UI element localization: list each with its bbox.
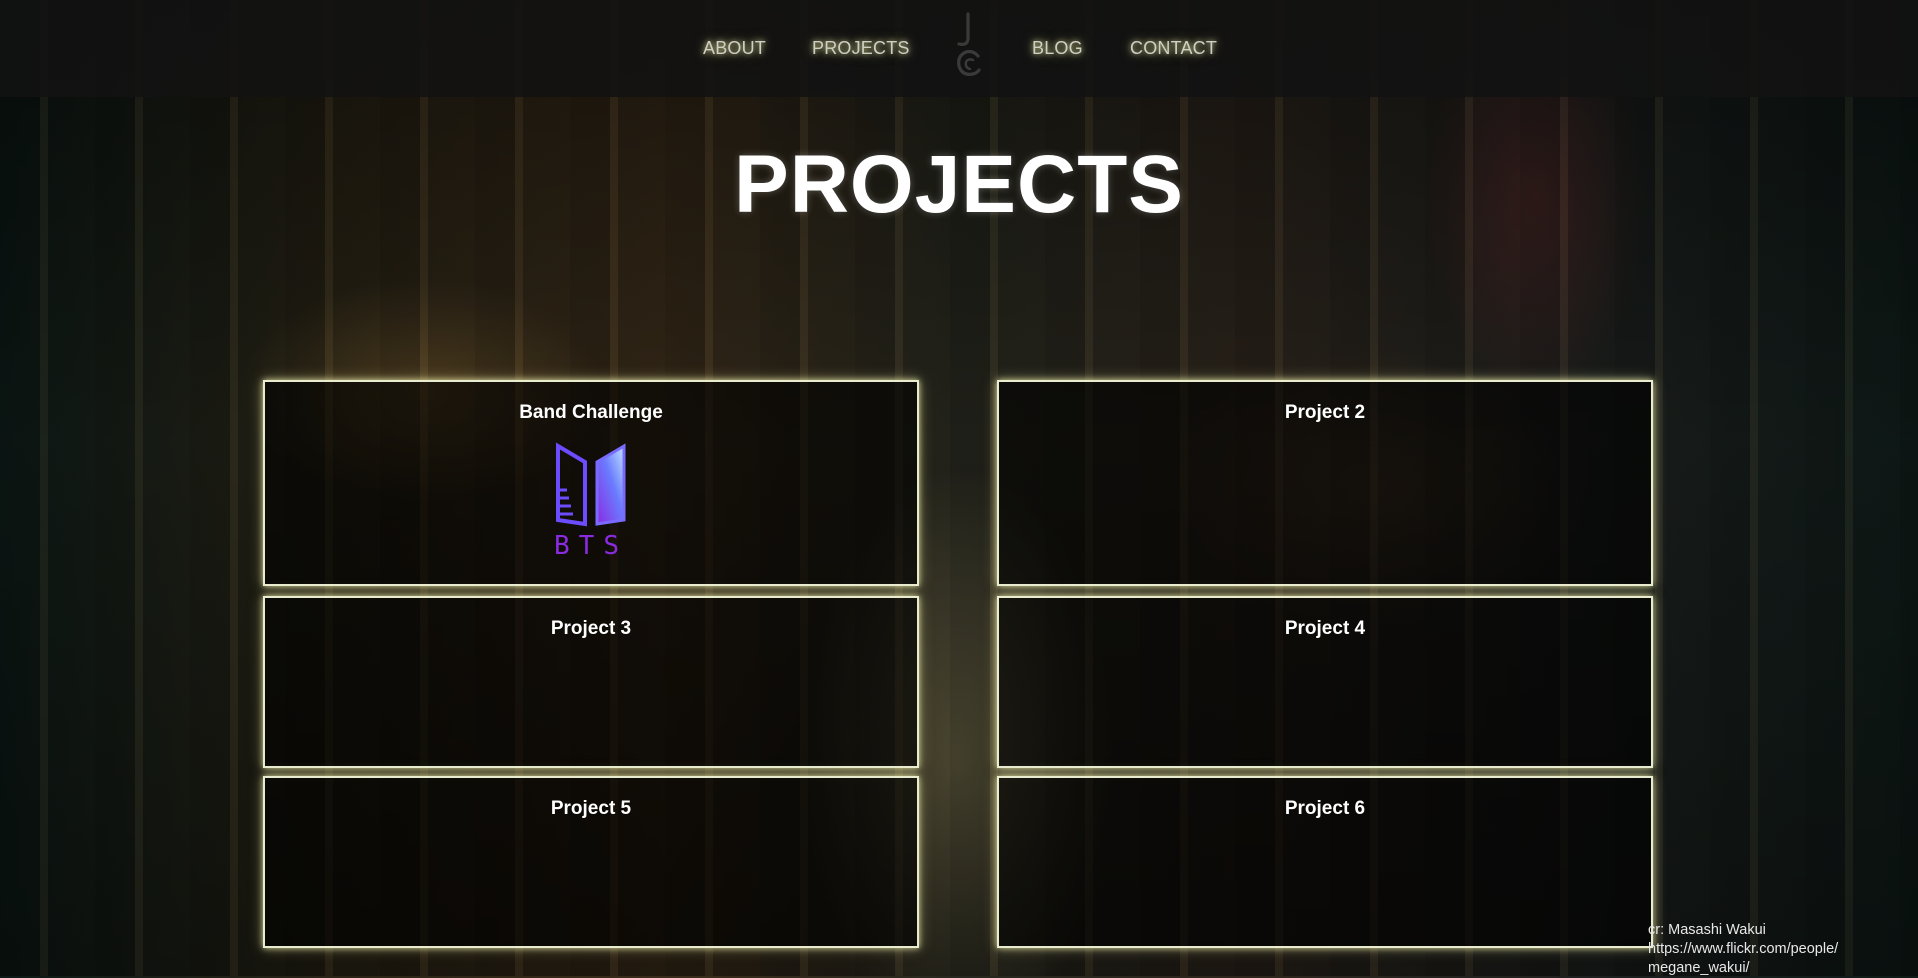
project-card-title: Project 6	[1284, 798, 1366, 819]
top-navbar: ABOUT PROJECTS BLOG CONTACT	[0, 0, 1918, 97]
nav-about[interactable]: ABOUT	[703, 38, 766, 59]
project-card-title: Band Challenge	[519, 402, 663, 423]
credit-url: https://www.flickr.com/people/	[1648, 941, 1839, 957]
project-card-title: Project 5	[550, 798, 632, 819]
project-card-band-challenge[interactable]: Band Challenge BTS	[263, 380, 919, 586]
project-card-2[interactable]: Project 2	[997, 380, 1653, 586]
photo-credit: cr: Masashi Wakui https://www.flickr.com…	[1648, 921, 1838, 978]
jc-monogram-icon[interactable]	[951, 12, 985, 80]
bts-logo-icon: BTS	[554, 442, 628, 558]
project-card-3[interactable]: Project 3	[263, 596, 919, 768]
credit-url-continued: megane_wakui/	[1648, 960, 1750, 976]
nav-projects[interactable]: PROJECTS	[812, 38, 910, 59]
bts-logo-text: BTS	[554, 531, 628, 558]
project-card-title: Project 4	[1284, 618, 1366, 639]
nav-contact[interactable]: CONTACT	[1130, 38, 1217, 59]
project-card-title: Project 3	[550, 618, 632, 639]
page-title: PROJECTS	[734, 139, 1184, 230]
project-card-6[interactable]: Project 6	[997, 776, 1653, 948]
project-card-title: Project 2	[1284, 402, 1366, 423]
nav-blog[interactable]: BLOG	[1032, 38, 1083, 59]
credit-author: cr: Masashi Wakui	[1648, 922, 1766, 938]
project-card-5[interactable]: Project 5	[263, 776, 919, 948]
project-card-4[interactable]: Project 4	[997, 596, 1653, 768]
